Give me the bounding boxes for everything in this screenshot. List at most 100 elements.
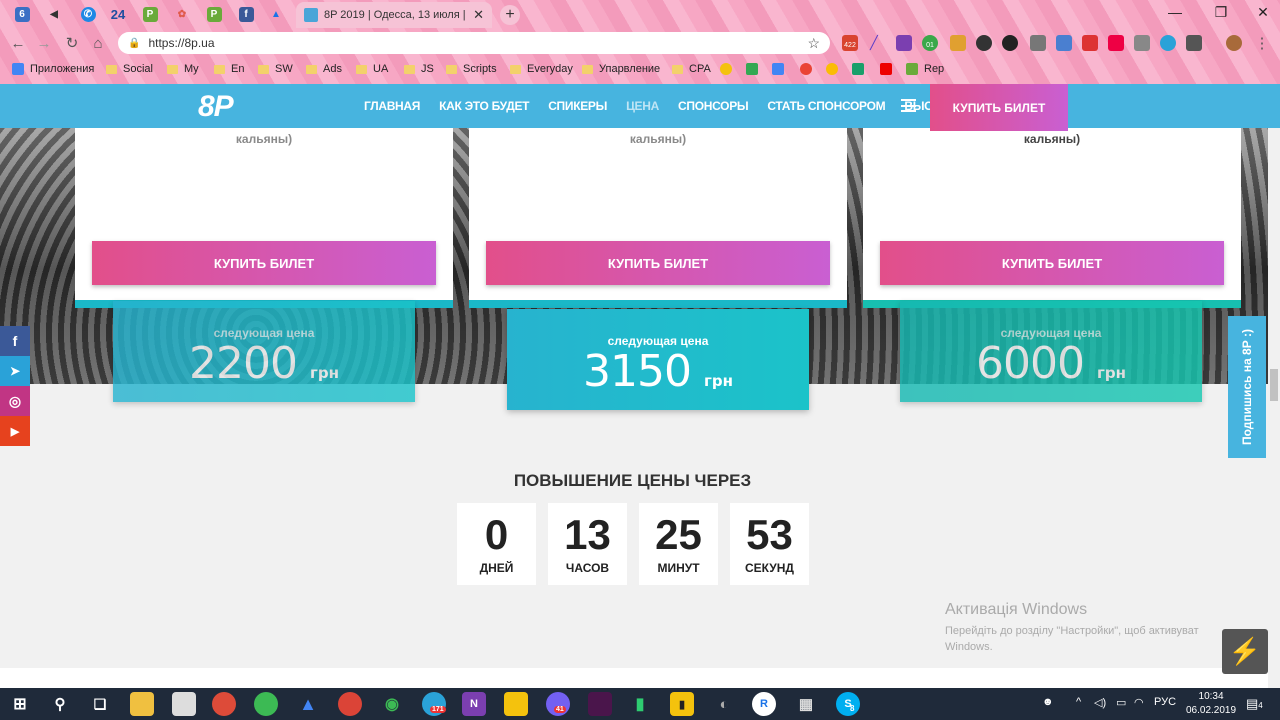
menu-speakers[interactable]: СПИКЕРЫ (548, 99, 607, 113)
pen-ext-icon[interactable]: ╱ (870, 35, 886, 51)
calculator-icon[interactable]: ▦ (794, 692, 818, 716)
back-icon[interactable]: ← (8, 33, 28, 53)
volume-icon[interactable]: ◁) (1094, 696, 1106, 709)
battery-icon[interactable]: ▭ (1116, 696, 1126, 709)
pinned-tab[interactable]: 24 (104, 3, 132, 25)
close-tab-icon[interactable]: ✕ (473, 7, 484, 23)
bookmark-folder[interactable]: En (214, 63, 244, 75)
chrome-icon[interactable] (254, 692, 278, 716)
notification-icon[interactable]: ▤4 (1246, 696, 1263, 712)
profile-avatar[interactable] (1226, 35, 1242, 51)
telegram-ext-icon[interactable] (1160, 35, 1176, 51)
bookmark-folder[interactable]: SW (258, 63, 293, 75)
keep-icon[interactable] (504, 692, 528, 716)
onenote-ext-icon[interactable] (896, 35, 912, 51)
skype-icon[interactable]: S8 (836, 692, 860, 716)
app-icon[interactable]: ◐ (712, 692, 736, 716)
instagram-icon[interactable]: ◎ (0, 386, 30, 416)
pinned-tab[interactable]: 6 (8, 3, 36, 25)
buy-ticket-button[interactable]: КУПИТЬ БИЛЕТ (92, 241, 436, 285)
store-icon[interactable] (172, 692, 196, 716)
maximize-icon[interactable]: ❐ (1206, 4, 1236, 21)
translate-bookmark-icon[interactable] (772, 63, 790, 75)
pinned-tab[interactable]: P (200, 3, 228, 25)
nav-buy-ticket-button[interactable]: КУПИТЬ БИЛЕТ (930, 84, 1068, 131)
wifi-icon[interactable]: ◠ (1134, 696, 1144, 709)
telegram-icon[interactable]: 171 (422, 692, 446, 716)
facebook-icon[interactable]: f (0, 326, 30, 356)
photos-bookmark-icon[interactable] (826, 63, 844, 75)
ads-icon[interactable]: ▲ (296, 692, 320, 716)
home-icon[interactable]: ⌂ (88, 33, 108, 53)
menu-become-sponsor[interactable]: СТАТЬ СПОНСОРОМ (767, 99, 885, 113)
phone-icon[interactable]: ▮ (628, 692, 652, 716)
task-view-icon[interactable]: ❏ (88, 692, 112, 716)
bookmark-icon[interactable] (852, 63, 870, 75)
timer-ext-icon[interactable]: 01 (922, 35, 938, 51)
menu-how[interactable]: КАК ЭТО БУДЕТ (439, 99, 529, 113)
analytics-icon[interactable]: ▮ (670, 692, 694, 716)
ext-icon[interactable] (950, 35, 966, 51)
scrollbar-thumb[interactable] (1270, 369, 1278, 401)
page-scrollbar[interactable] (1268, 128, 1280, 688)
buy-ticket-button[interactable]: КУПИТЬ БИЛЕТ (486, 241, 830, 285)
pinned-tab[interactable]: ◀ (40, 3, 68, 25)
viber-icon[interactable]: 41 (546, 692, 570, 716)
bookmark-folder[interactable]: Everyday (510, 63, 573, 75)
lightning-widget-icon[interactable]: ⚡ (1222, 629, 1268, 674)
youtube-icon[interactable]: ▶ (0, 416, 30, 446)
start-icon[interactable]: ⊞ (8, 692, 32, 716)
chrome-icon[interactable] (212, 692, 236, 716)
bookmark-rep[interactable]: Rep (906, 63, 944, 75)
pinned-tab[interactable]: P (136, 3, 164, 25)
bookmark-folder[interactable]: CPA (672, 63, 711, 75)
ext-icon[interactable] (1056, 35, 1072, 51)
bookmark-folder[interactable]: UA (356, 63, 388, 75)
pinned-tab-messenger[interactable]: ✆ (74, 3, 102, 25)
youtube-bookmark-icon[interactable] (880, 63, 898, 75)
bookmark-folder[interactable]: Ads (306, 63, 342, 75)
slack-icon[interactable] (588, 692, 612, 716)
bookmark-folder[interactable]: Упарвление (582, 63, 660, 75)
active-tab[interactable]: 8P 2019 | Одесса, 13 июля | Са… ✕ (296, 2, 492, 28)
bookmark-icon[interactable] (720, 63, 738, 75)
k-ext-icon[interactable] (976, 35, 992, 51)
hamburger-menu-icon[interactable] (901, 99, 916, 112)
menu-price[interactable]: ЦЕНА (626, 99, 659, 113)
pinned-tab-ads[interactable]: ▲ (262, 3, 290, 25)
site-logo[interactable]: 8P (198, 90, 234, 124)
buy-ticket-button[interactable]: КУПИТЬ БИЛЕТ (880, 241, 1224, 285)
reload-icon[interactable]: ↻ (62, 33, 82, 53)
ext-icon[interactable] (1030, 35, 1046, 51)
subscribe-tab[interactable]: Подпишись на 8Р :) (1228, 316, 1266, 458)
ext-icon[interactable] (1082, 35, 1098, 51)
forward-icon[interactable]: → (34, 33, 54, 53)
ext-icon[interactable] (1186, 35, 1202, 51)
menu-home[interactable]: ГЛАВНАЯ (364, 99, 420, 113)
bookmark-star-icon[interactable]: ☆ (807, 35, 820, 52)
bookmark-folder[interactable]: JS (404, 63, 434, 75)
taskbar-clock[interactable]: 10:34 06.02.2019 (1186, 690, 1236, 718)
drive-bookmark-icon[interactable] (746, 63, 764, 75)
search-icon[interactable]: ⚲ (48, 692, 72, 716)
menu-sponsors[interactable]: СПОНСОРЫ (678, 99, 749, 113)
minimize-icon[interactable]: — (1160, 4, 1190, 20)
bookmark-apps[interactable]: Приложения (12, 63, 94, 75)
address-bar[interactable]: 🔒 https://8p.ua ☆ (118, 32, 830, 54)
language-indicator[interactable]: РУС (1154, 696, 1176, 708)
app-icon[interactable]: ◉ (380, 692, 404, 716)
gmail-ext-icon[interactable]: 422 (842, 35, 858, 51)
explorer-icon[interactable] (130, 692, 154, 716)
telegram-icon[interactable]: ➤ (0, 356, 30, 386)
onenote-icon[interactable]: N (462, 692, 486, 716)
bookmark-folder[interactable]: Social (106, 63, 153, 75)
ext-icon[interactable] (1108, 35, 1124, 51)
ext-icon[interactable] (1134, 35, 1150, 51)
ext-icon[interactable] (1002, 35, 1018, 51)
new-tab-button[interactable]: + (500, 5, 520, 25)
bookmark-folder[interactable]: Scripts (446, 63, 497, 75)
pinned-tab-facebook[interactable]: f (232, 3, 260, 25)
menu-dots-icon[interactable]: ⋮ (1252, 33, 1272, 53)
tray-chevron-icon[interactable]: ^ (1076, 696, 1081, 708)
google-bookmark-icon[interactable] (800, 63, 818, 75)
